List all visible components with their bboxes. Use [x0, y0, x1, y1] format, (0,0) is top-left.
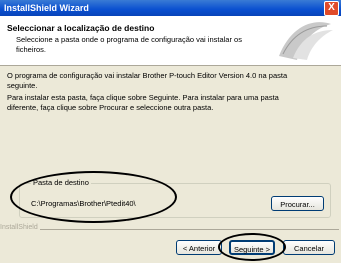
instructions-text: Para instalar esta pasta, faça clique so…	[7, 93, 279, 112]
page-subtitle: Seleccione a pasta onde o programa de co…	[16, 35, 242, 54]
back-button[interactable]: < Anterior	[176, 240, 222, 255]
installshield-brand: InstallShield	[0, 224, 40, 231]
annotation-ellipse-next	[218, 233, 286, 261]
page-title: Seleccionar a localização de destino	[7, 23, 155, 33]
footer-separator	[16, 229, 339, 230]
title-bar: InstallShield Wizard X	[0, 0, 341, 16]
wizard-header: Seleccionar a localização de destino Sel…	[0, 16, 341, 66]
cancel-button[interactable]: Cancelar	[283, 240, 335, 255]
browse-button[interactable]: Procurar...	[271, 196, 324, 211]
annotation-ellipse-destination	[10, 171, 177, 223]
close-icon[interactable]: X	[324, 1, 339, 16]
window-title: InstallShield Wizard	[4, 3, 89, 13]
installshield-logo-icon	[273, 20, 335, 62]
install-info-text: O programa de configuração vai instalar …	[7, 71, 288, 90]
